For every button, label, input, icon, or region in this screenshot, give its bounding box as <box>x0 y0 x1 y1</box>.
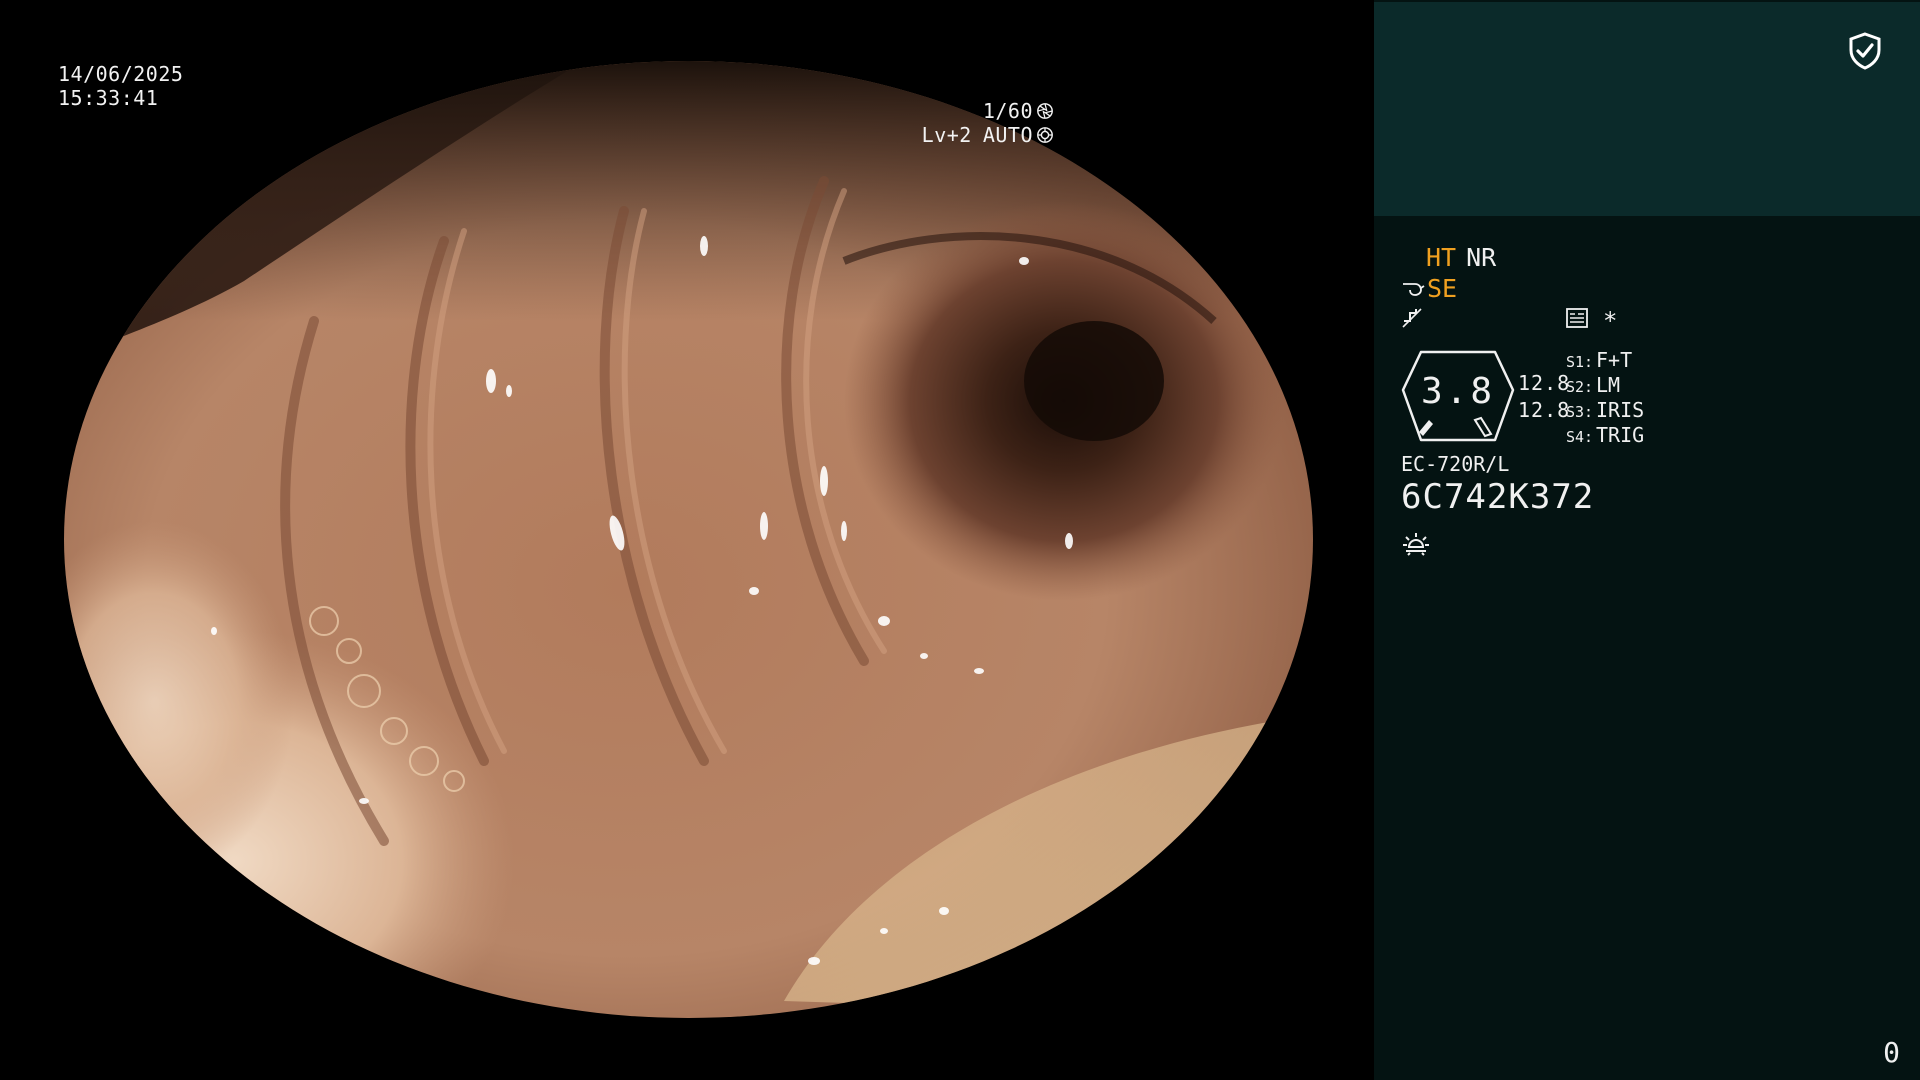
se-status: SE <box>1401 274 1457 304</box>
colon-lumen-view <box>64 61 1313 1018</box>
whistle-icon <box>1403 283 1425 296</box>
switch-key: S2: <box>1566 378 1594 396</box>
nr-label: NR <box>1466 243 1497 272</box>
endoscope-video-area: 14/06/2025 15:33:41 1/60 Lv+2 AUTO <box>0 0 1374 1080</box>
image-counter: 0 <box>1883 1036 1900 1069</box>
shutter-text: 1/60 <box>982 99 1033 123</box>
switch-value: LM <box>1596 373 1621 397</box>
pulse-icon <box>1402 308 1422 328</box>
star-indicator: * <box>1603 307 1618 335</box>
gauge-value: 3.8 <box>1420 371 1496 412</box>
switch-row-s1: S1: F+T <box>1566 348 1632 374</box>
exposure-display: 1/60 Lv+2 AUTO <box>922 99 1054 147</box>
switch-key: S3: <box>1566 403 1594 421</box>
value-a: 12.8 <box>1518 371 1571 395</box>
shield-check-icon[interactable] <box>1848 32 1882 70</box>
panel-header <box>1374 2 1920 216</box>
switch-row-s2: S2: LM <box>1566 373 1620 399</box>
switch-row-s3: S3: IRIS <box>1566 398 1644 424</box>
date-text: 14/06/2025 <box>58 62 184 86</box>
sun-icon <box>1403 533 1429 556</box>
time-text: 15:33:41 <box>58 86 159 110</box>
level-text: Lv+2 <box>921 123 972 147</box>
ht-label: HT <box>1426 243 1457 272</box>
value-b: 12.8 <box>1518 398 1571 422</box>
aperture-icon <box>1037 103 1053 119</box>
switch-value: F+T <box>1596 348 1633 372</box>
datetime-display: 14/06/2025 15:33:41 <box>58 62 183 110</box>
se-label: SE <box>1427 274 1458 303</box>
switch-key: S4: <box>1566 428 1594 446</box>
mode-text: AUTO <box>982 123 1033 147</box>
switch-key: S1: <box>1566 353 1594 371</box>
enhancement-status: HT NR <box>1426 243 1496 273</box>
iris-icon <box>1037 127 1053 143</box>
info-panel: HT NR SE * 3.8 12.8 12.8 S1: F+T S2: LM S… <box>1374 0 1920 1080</box>
switch-row-s4: S4: TRIG <box>1566 423 1644 449</box>
endoscope-image <box>64 61 1313 1018</box>
switch-value: IRIS <box>1596 398 1645 422</box>
switch-value: TRIG <box>1596 423 1645 447</box>
scope-serial: 6C742K372 <box>1401 477 1595 517</box>
scope-model: EC-720R/L <box>1401 452 1510 476</box>
memo-icon <box>1566 308 1588 328</box>
